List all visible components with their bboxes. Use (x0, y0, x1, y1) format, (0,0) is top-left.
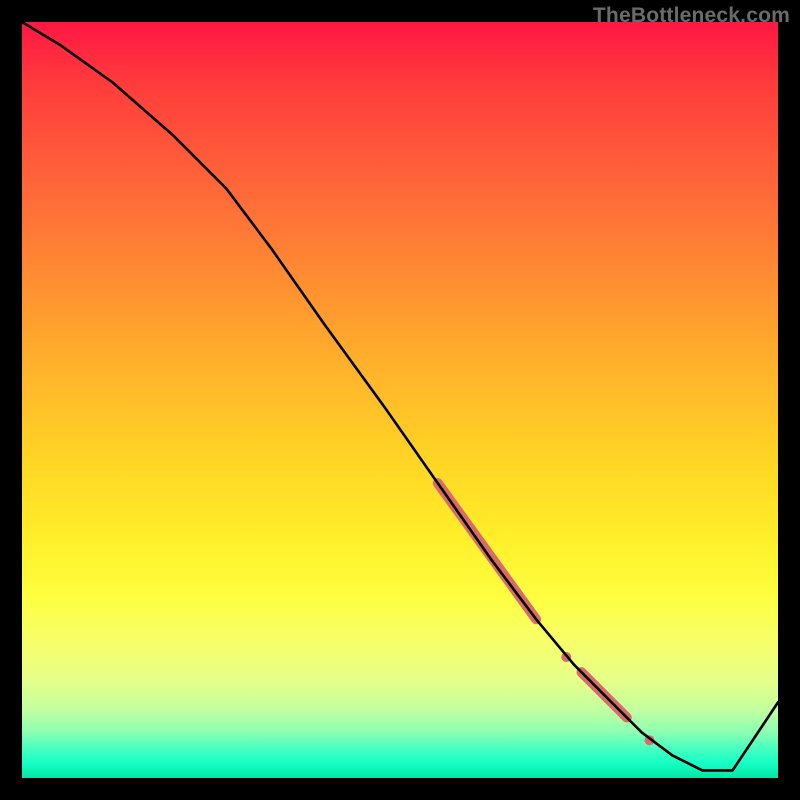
highlights-layer (438, 483, 655, 745)
watermark-text: TheBottleneck.com (593, 4, 790, 28)
bottleneck-curve (22, 22, 778, 770)
chart-frame: TheBottleneck.com (0, 0, 800, 800)
chart-svg (22, 22, 778, 778)
plot-area (22, 22, 778, 778)
